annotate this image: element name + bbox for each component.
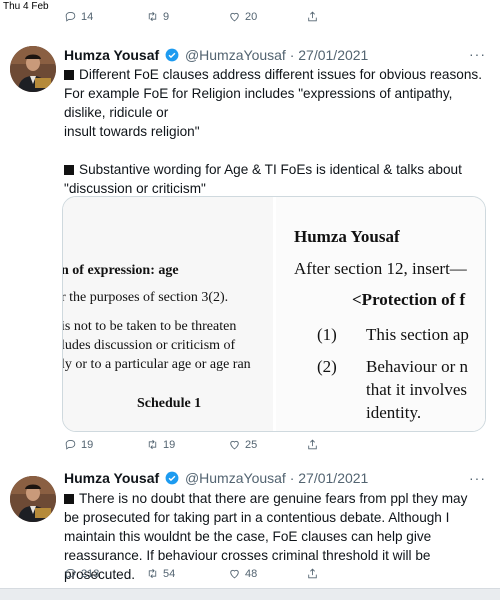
tweet-actions: 19 19 25 — [64, 438, 334, 454]
tweet-paragraph: insult towards religion" — [64, 124, 200, 139]
share-icon — [308, 439, 317, 450]
like-button[interactable]: 48 — [228, 567, 257, 580]
tweet[interactable]: Humza Yousaf @HumzaYousaf · 27/01/2021 ·… — [0, 460, 500, 588]
tweet-paragraph: Substantive wording for Age & TI FoEs is… — [64, 162, 466, 196]
author-name[interactable]: Humza Yousaf — [64, 47, 159, 63]
tweet-media[interactable]: n of expression: age r the purposes of s… — [62, 196, 486, 432]
tweet-date[interactable]: 27/01/2021 — [298, 470, 368, 486]
avatar[interactable] — [10, 476, 56, 522]
reply-button[interactable]: 213 — [64, 567, 99, 580]
like-button[interactable]: 25 — [228, 438, 257, 451]
doc-text: Humza Yousaf — [294, 227, 400, 246]
bullet-square-icon — [64, 494, 74, 504]
media-image-left[interactable]: n of expression: age r the purposes of s… — [63, 197, 273, 431]
heart-icon — [230, 440, 239, 450]
doc-text: <Protection of f — [352, 290, 466, 309]
doc-text: (2) — [317, 357, 337, 376]
author-handle[interactable]: @HumzaYousaf — [185, 470, 286, 486]
doc-text: This section ap — [366, 325, 469, 344]
retweet-count: 19 — [163, 438, 176, 451]
doc-text: Schedule 1 — [137, 396, 202, 411]
doc-text: that it involves — [366, 380, 468, 399]
bullet-square-icon — [64, 70, 74, 80]
tweet-header: Humza Yousaf @HumzaYousaf · 27/01/2021 — [64, 470, 368, 488]
media-image-right[interactable]: Humza Yousaf After section 12, insert— <… — [276, 197, 485, 431]
reply-button[interactable]: 19 — [64, 438, 93, 451]
author-handle[interactable]: @HumzaYousaf — [185, 47, 286, 63]
retweet-count: 54 — [163, 567, 176, 580]
doc-text: ly or to a particular age or age ran — [63, 357, 251, 372]
like-count: 48 — [245, 567, 258, 580]
more-options-button[interactable]: ··· — [469, 46, 486, 62]
reply-icon — [65, 440, 76, 450]
avatar[interactable] — [10, 46, 56, 92]
more-options-button[interactable]: ··· — [469, 470, 486, 486]
share-icon — [308, 568, 317, 579]
verified-badge-icon — [165, 48, 179, 65]
tweet-actions: 213 54 48 — [64, 567, 334, 583]
share-button[interactable] — [306, 438, 319, 451]
separator: · — [289, 470, 295, 486]
like-count: 25 — [245, 438, 258, 451]
reply-icon — [65, 569, 76, 579]
retweet-icon — [148, 568, 157, 579]
heart-icon — [230, 569, 239, 579]
doc-text: n of expression: age — [63, 263, 179, 278]
bullet-square-icon — [64, 165, 74, 175]
doc-text: (1) — [317, 325, 337, 344]
tweet-date[interactable]: 27/01/2021 — [298, 47, 368, 63]
separator: · — [289, 47, 295, 63]
doc-text: identity. — [366, 403, 422, 422]
retweet-button[interactable]: 54 — [146, 567, 175, 580]
reply-count: 19 — [81, 438, 94, 451]
retweet-button[interactable]: 19 — [146, 438, 175, 451]
share-button[interactable] — [306, 567, 319, 580]
bottom-bar — [0, 588, 500, 600]
reply-count: 213 — [81, 567, 100, 580]
doc-text: is not to be taken to be threaten — [63, 319, 237, 334]
author-name[interactable]: Humza Yousaf — [64, 470, 159, 486]
doc-text: ludes discussion or criticism of — [63, 338, 236, 353]
verified-badge-icon — [165, 471, 179, 488]
retweet-icon — [148, 439, 157, 450]
tweet-paragraph: Different FoE clauses address different … — [64, 67, 486, 120]
tweet-text: Different FoE clauses address different … — [64, 65, 484, 198]
tweet[interactable]: Humza Yousaf @HumzaYousaf · 27/01/2021 ·… — [0, 0, 500, 460]
doc-text: After section 12, insert— — [294, 259, 467, 278]
doc-text: Behaviour or n — [366, 357, 468, 376]
tweet-header: Humza Yousaf @HumzaYousaf · 27/01/2021 — [64, 47, 368, 65]
doc-text: r the purposes of section 3(2). — [63, 290, 229, 305]
